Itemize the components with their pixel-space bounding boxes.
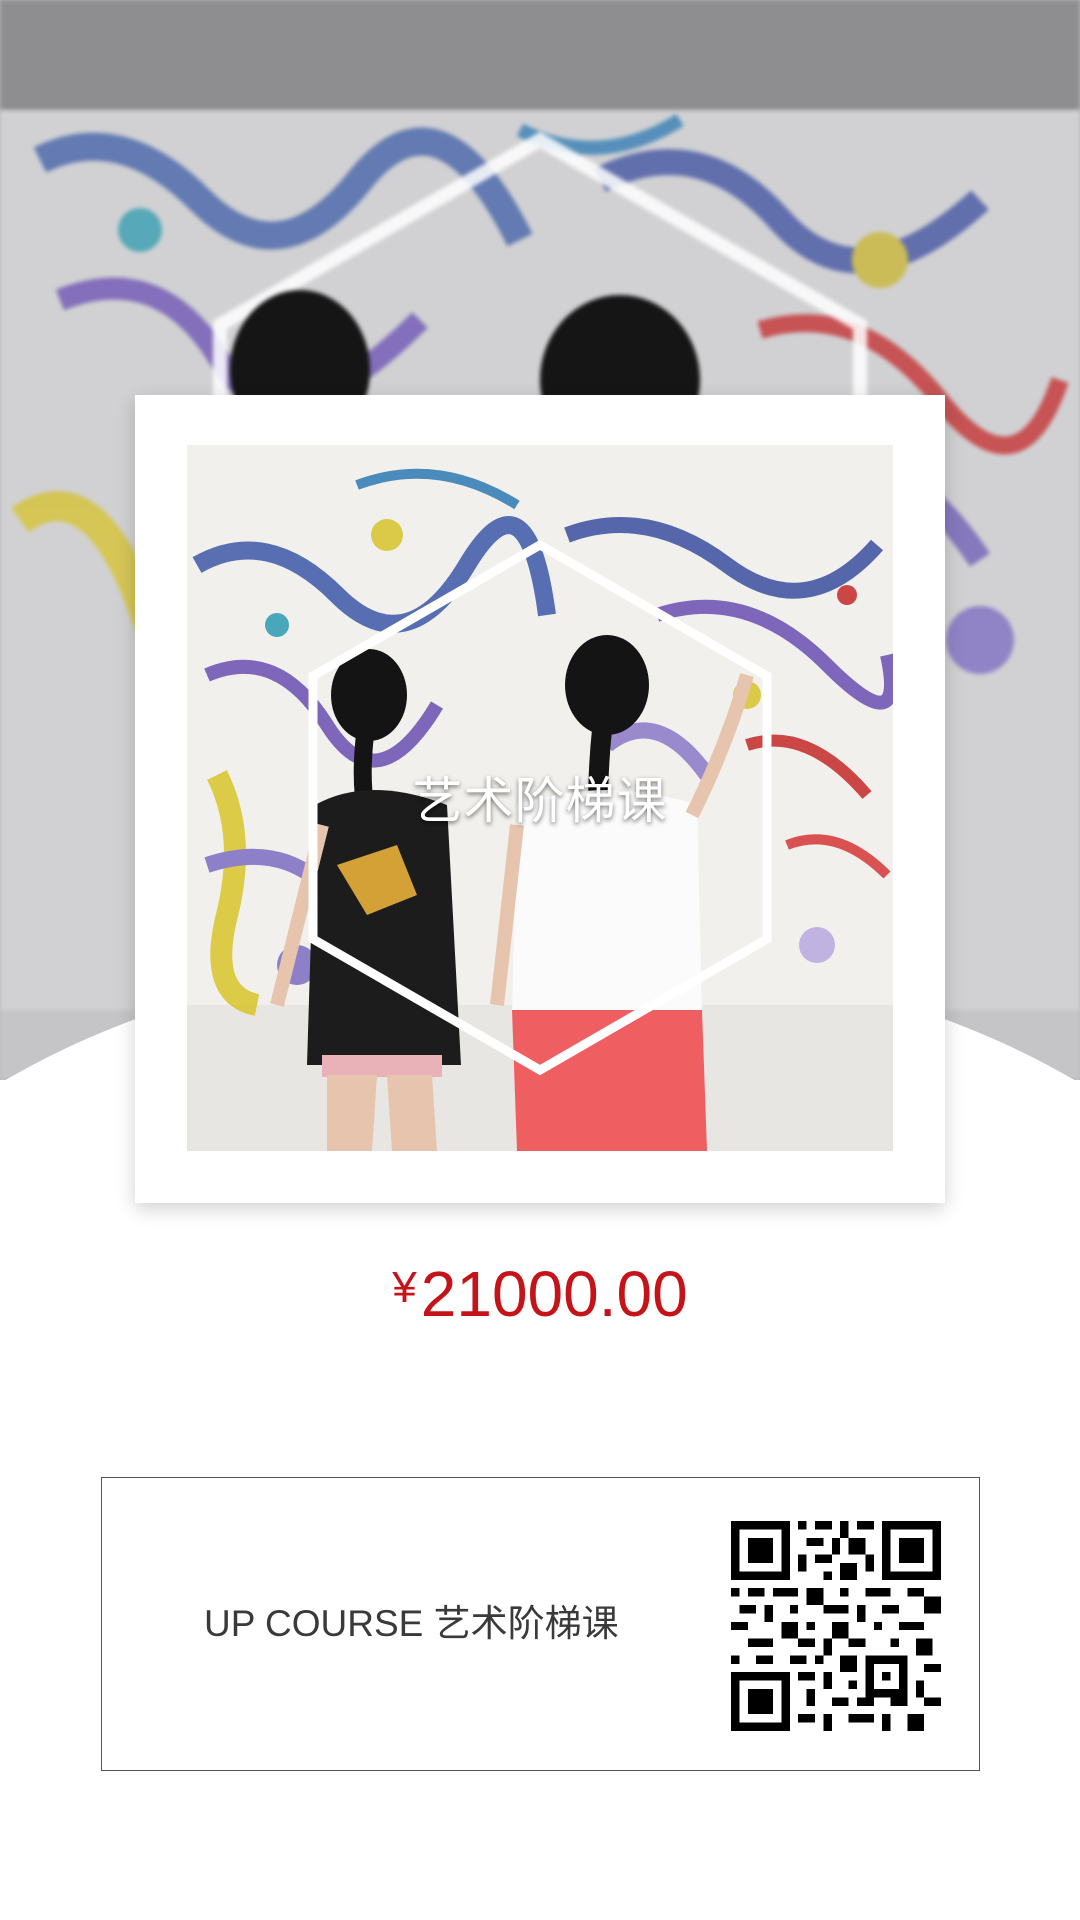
- qr-info-box: UP COURSE 艺术阶梯课: [101, 1477, 980, 1771]
- price-value: 21000.00: [420, 1258, 688, 1330]
- product-card: 艺术阶梯课: [135, 395, 945, 1203]
- qr-code-icon[interactable]: [731, 1521, 941, 1731]
- course-image: 艺术阶梯课: [187, 445, 893, 1151]
- price-currency-symbol: ¥: [392, 1263, 417, 1312]
- course-image-title: 艺术阶梯课: [412, 772, 668, 830]
- price: ¥21000.00: [0, 1262, 1080, 1326]
- qr-label: UP COURSE 艺术阶梯课: [204, 1603, 619, 1644]
